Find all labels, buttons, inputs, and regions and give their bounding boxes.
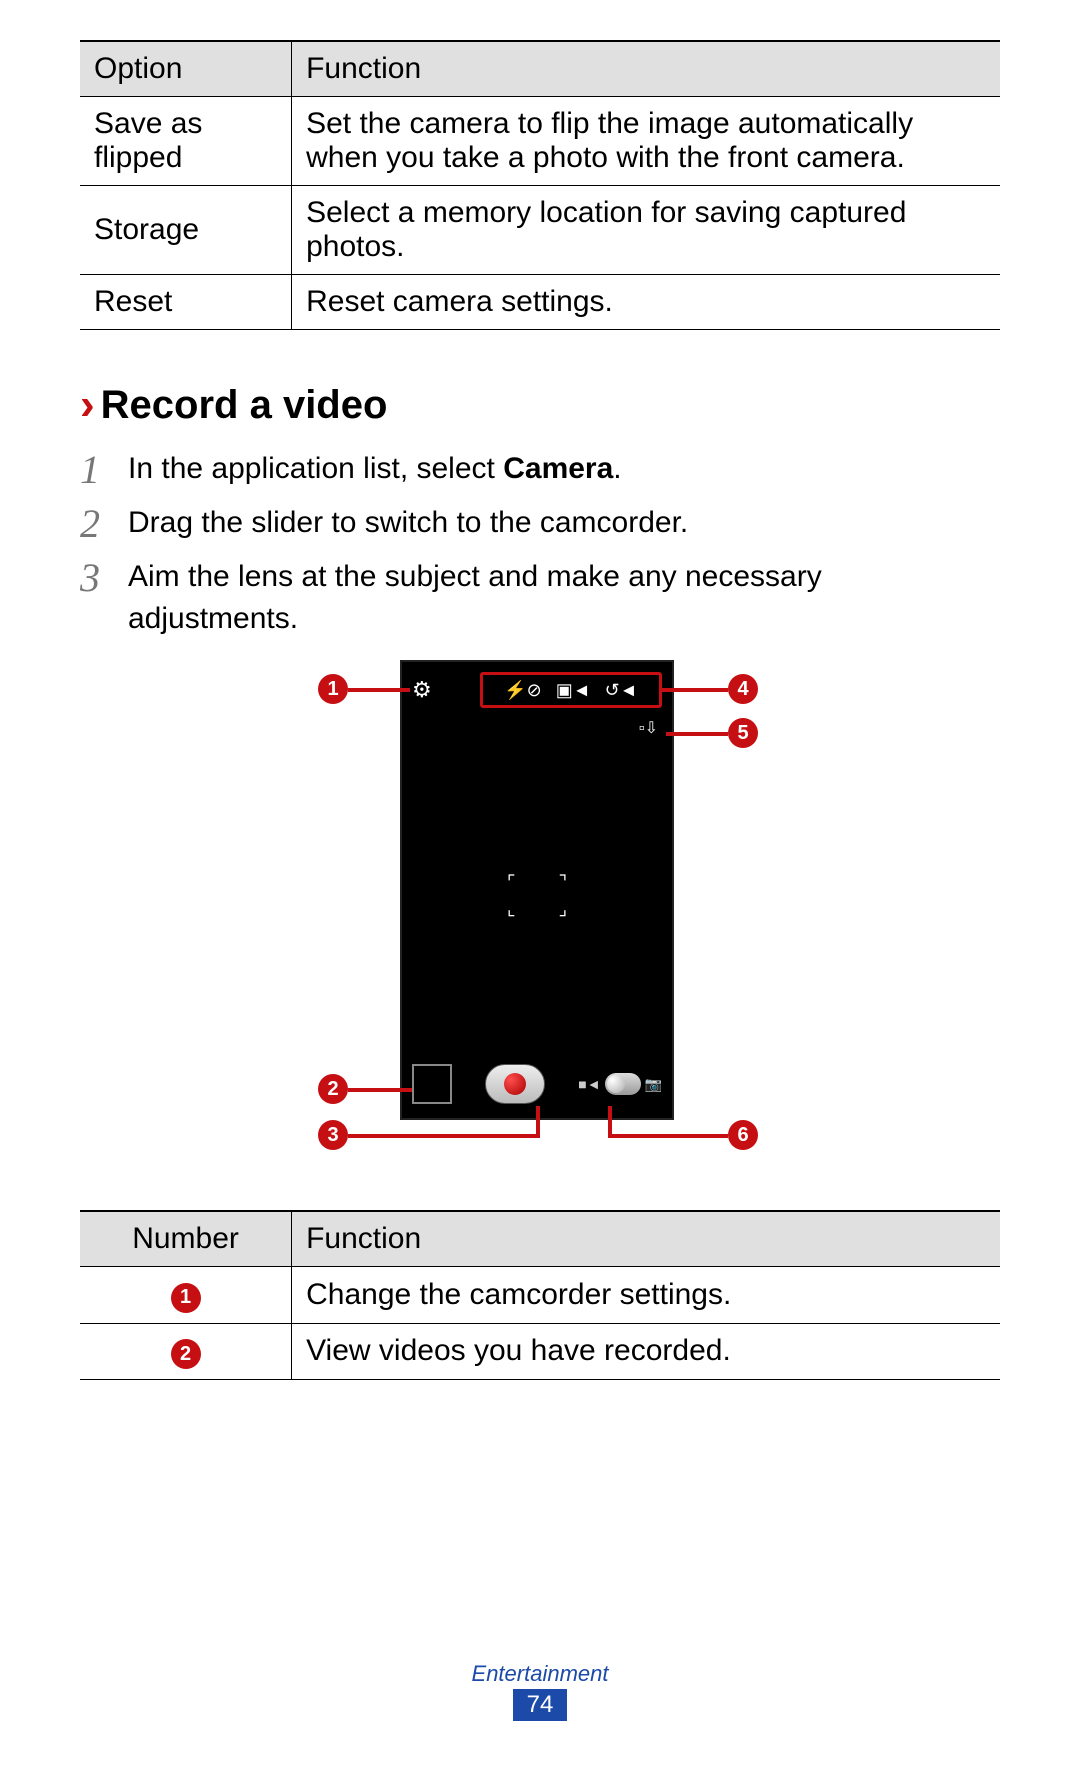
callout-2: 2: [318, 1074, 348, 1104]
record-dot-icon: [504, 1073, 526, 1095]
step-text: Drag the slider to switch to the camcord…: [128, 502, 1000, 546]
option-cell: Save as flipped: [80, 97, 292, 186]
switch-camera-icon: ↺◄: [605, 680, 638, 701]
list-item: 3 Aim the lens at the subject and make a…: [80, 556, 1000, 640]
record-button: [485, 1064, 545, 1104]
options-header-option: Option: [80, 41, 292, 97]
callout-6: 6: [728, 1120, 758, 1150]
table-row: 1 Change the camcorder settings.: [80, 1267, 1000, 1324]
number-badge: 2: [171, 1339, 201, 1369]
step-post: .: [613, 452, 621, 485]
table-row: Storage Select a memory location for sav…: [80, 186, 1000, 275]
page-number: 74: [513, 1689, 568, 1721]
section-heading: › Record a video: [80, 380, 1000, 430]
callout-3: 3: [318, 1120, 348, 1150]
camcorder-figure: ⚙ ⚡⊘ ▣◄ ↺◄ ▫⇩ ⌜⌝⌞⌟ ■◄ 📷: [260, 660, 820, 1180]
leader-line: [348, 688, 410, 692]
leader-line: [348, 1088, 412, 1092]
table-row: Save as flipped Set the camera to flip t…: [80, 97, 1000, 186]
storage-icon: ▫⇩: [639, 718, 658, 738]
function-cell: Set the camera to flip the image automat…: [292, 97, 1000, 186]
option-cell: Storage: [80, 186, 292, 275]
leader-line: [348, 1134, 536, 1138]
step-pre: In the application list, select: [128, 452, 503, 485]
footer-category: Entertainment: [0, 1661, 1080, 1687]
step-number: 3: [80, 556, 110, 640]
focus-frame-icon: ⌜⌝⌞⌟: [507, 872, 567, 920]
section-title: Record a video: [101, 383, 388, 428]
step-number: 2: [80, 502, 110, 546]
function-cell: View videos you have recorded.: [292, 1323, 1000, 1380]
number-cell: 1: [80, 1267, 292, 1324]
callout-4: 4: [728, 674, 758, 704]
camcorder-screen: ⚙ ⚡⊘ ▣◄ ↺◄ ▫⇩ ⌜⌝⌞⌟ ■◄ 📷: [400, 660, 674, 1120]
callout-table: Number Function 1 Change the camcorder s…: [80, 1210, 1000, 1380]
steps-list: 1 In the application list, select Camera…: [80, 448, 1000, 640]
number-cell: 2: [80, 1323, 292, 1380]
options-header-function: Function: [292, 41, 1000, 97]
table-row: 2 View videos you have recorded.: [80, 1323, 1000, 1380]
callout-1: 1: [318, 674, 348, 704]
step-text: Aim the lens at the subject and make any…: [128, 556, 1000, 640]
recording-mode-icon: ▣◄: [556, 680, 591, 701]
options-table: Option Function Save as flipped Set the …: [80, 40, 1000, 330]
callout-header-function: Function: [292, 1211, 1000, 1267]
table-row: Reset Reset camera settings.: [80, 275, 1000, 330]
leader-line: [536, 1106, 540, 1138]
flash-off-icon: ⚡⊘: [504, 680, 542, 701]
leader-line: [608, 1134, 728, 1138]
switch-knob-icon: [605, 1073, 641, 1095]
page-footer: Entertainment 74: [0, 1661, 1080, 1721]
leader-line: [608, 1106, 612, 1138]
number-badge: 1: [171, 1283, 201, 1313]
camcorder-mode-icon: ■◄: [578, 1076, 600, 1092]
option-cell: Reset: [80, 275, 292, 330]
camera-mode-icon: 📷: [645, 1076, 662, 1093]
callout-5: 5: [728, 718, 758, 748]
leader-line: [666, 732, 728, 736]
video-thumbnail: [412, 1064, 452, 1104]
step-bold: Camera: [503, 452, 613, 485]
function-cell: Select a memory location for saving capt…: [292, 186, 1000, 275]
mode-switch: ■◄ 📷: [578, 1073, 662, 1095]
callout-header-number: Number: [80, 1211, 292, 1267]
function-cell: Change the camcorder settings.: [292, 1267, 1000, 1324]
list-item: 2 Drag the slider to switch to the camco…: [80, 502, 1000, 546]
chevron-icon: ›: [80, 380, 95, 430]
gear-icon: ⚙: [412, 677, 432, 703]
step-text: In the application list, select Camera.: [128, 448, 1000, 492]
list-item: 1 In the application list, select Camera…: [80, 448, 1000, 492]
step-number: 1: [80, 448, 110, 492]
shortcut-box: ⚡⊘ ▣◄ ↺◄: [480, 672, 662, 708]
leader-line: [660, 688, 728, 692]
function-cell: Reset camera settings.: [292, 275, 1000, 330]
